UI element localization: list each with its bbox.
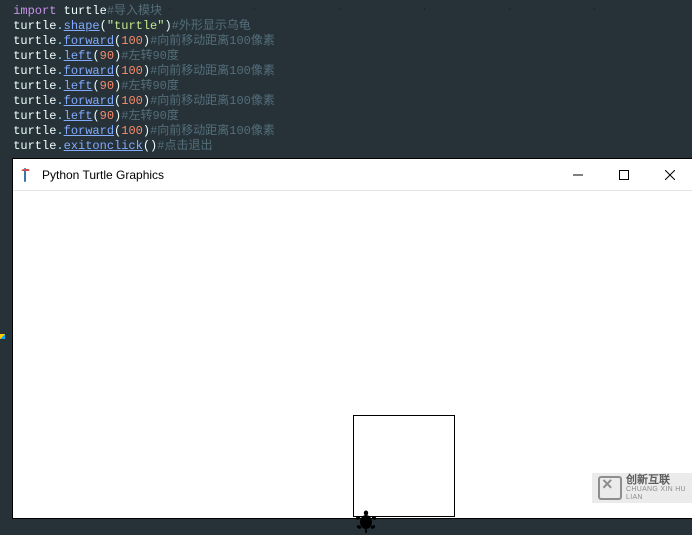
code-content[interactable]: import turtle#导入模块 turtle.shape("turtle"… (6, 4, 686, 154)
watermark-text-1: 创新互联 (626, 475, 686, 486)
title-bar[interactable]: Python Turtle Graphics (13, 159, 692, 191)
code-line[interactable]: turtle.exitonclick()#点击退出 (6, 139, 686, 154)
code-line[interactable]: turtle.left(90)#左转90度 (6, 79, 686, 94)
python-icon (21, 168, 35, 182)
code-line[interactable]: import turtle#导入模块 (6, 4, 686, 19)
turtle-canvas[interactable] (13, 191, 692, 518)
turtle-cursor (353, 509, 379, 535)
code-line[interactable]: turtle.left(90)#左转90度 (6, 109, 686, 124)
code-line[interactable]: turtle.forward(100)#向前移动距离100像素 (6, 94, 686, 109)
code-editor[interactable]: import turtle#导入模块 turtle.shape("turtle"… (0, 0, 692, 158)
close-button[interactable] (647, 159, 692, 190)
code-line[interactable]: turtle.forward(100)#向前移动距离100像素 (6, 124, 686, 139)
watermark: 创新互联 CHUANG XIN HU LIAN (592, 473, 692, 503)
window-controls (555, 159, 692, 190)
code-line[interactable]: turtle.left(90)#左转90度 (6, 49, 686, 64)
code-line[interactable]: turtle.shape("turtle")#外形显示乌龟 (6, 19, 686, 34)
editor-tabs (0, 0, 692, 2)
maximize-button[interactable] (601, 159, 647, 190)
code-line[interactable]: turtle.forward(100)#向前移动距离100像素 (6, 64, 686, 79)
drawn-square (353, 415, 455, 517)
code-line[interactable]: turtle.forward(100)#向前移动距离100像素 (6, 34, 686, 49)
breakpoint-marker[interactable] (0, 334, 5, 339)
turtle-graphics-window[interactable]: Python Turtle Graphics (12, 158, 692, 519)
watermark-text-2: CHUANG XIN HU LIAN (626, 486, 686, 502)
minimize-button[interactable] (555, 159, 601, 190)
watermark-icon (598, 476, 622, 500)
window-title: Python Turtle Graphics (42, 168, 555, 182)
